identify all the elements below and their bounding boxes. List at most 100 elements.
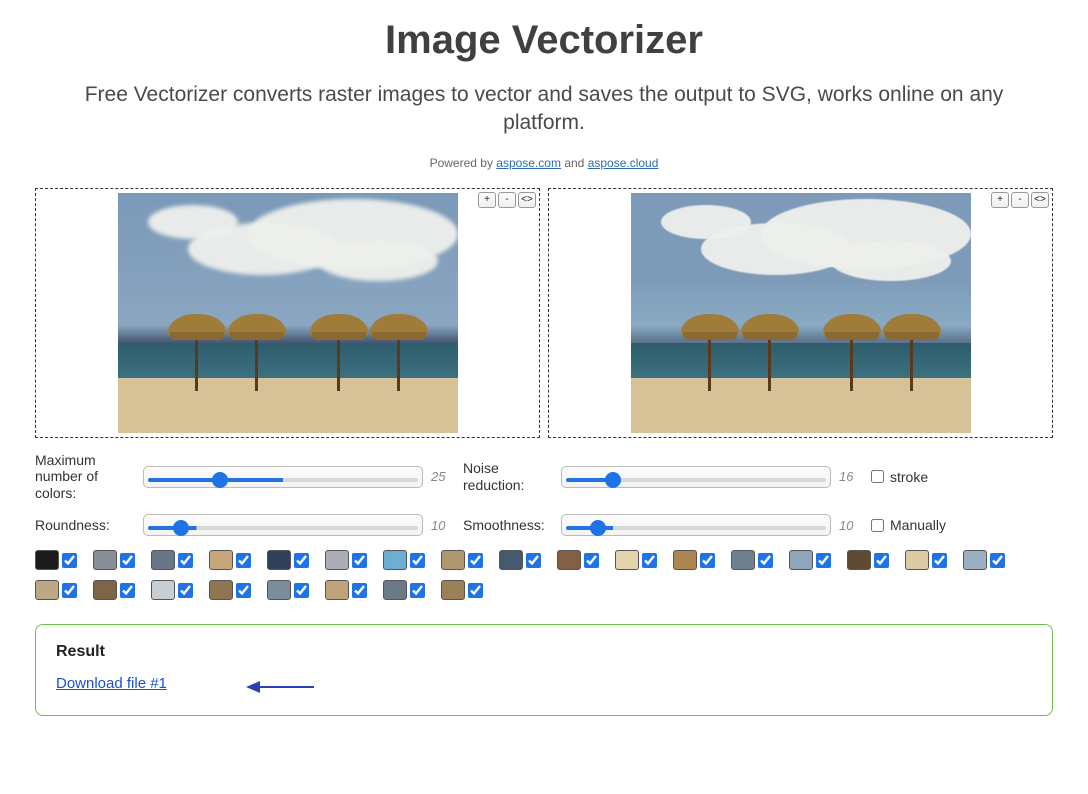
swatch-checkbox[interactable] (468, 553, 483, 568)
swatch-item (615, 550, 657, 570)
color-swatch[interactable] (267, 580, 291, 600)
manually-checkbox[interactable] (871, 519, 884, 532)
roundness-slider[interactable] (148, 526, 418, 530)
result-image-pane[interactable]: + - <> (548, 188, 1053, 438)
swatch-checkbox[interactable] (874, 553, 889, 568)
zoom-out-button[interactable]: - (498, 192, 516, 208)
swatch-checkbox[interactable] (294, 583, 309, 598)
swatch-checkbox[interactable] (410, 583, 425, 598)
aspose-com-link[interactable]: aspose.com (496, 156, 561, 170)
color-swatch[interactable] (789, 550, 813, 570)
swatch-checkbox[interactable] (642, 553, 657, 568)
smoothness-slider[interactable] (566, 526, 826, 530)
swatch-checkbox[interactable] (62, 553, 77, 568)
color-swatch[interactable] (731, 550, 755, 570)
swatch-item (905, 550, 947, 570)
noise-slider[interactable] (566, 478, 826, 482)
swatch-checkbox[interactable] (62, 583, 77, 598)
download-link[interactable]: Download file #1 (56, 675, 167, 692)
stroke-option[interactable]: stroke (871, 469, 991, 485)
source-image-pane[interactable]: + - <> (35, 188, 540, 438)
swatch-checkbox[interactable] (120, 553, 135, 568)
zoom-out-button[interactable]: - (1011, 192, 1029, 208)
swatch-checkbox[interactable] (700, 553, 715, 568)
zoom-in-button[interactable]: + (478, 192, 496, 208)
color-swatch[interactable] (93, 550, 117, 570)
color-swatch[interactable] (151, 550, 175, 570)
swatch-item (267, 550, 309, 570)
swatch-checkbox[interactable] (178, 583, 193, 598)
color-swatch[interactable] (383, 550, 407, 570)
swatch-item (383, 580, 425, 600)
swatch-checkbox[interactable] (410, 553, 425, 568)
manually-label: Manually (890, 517, 946, 533)
vectorized-image (631, 193, 971, 433)
color-swatch[interactable] (441, 580, 465, 600)
color-swatch[interactable] (267, 550, 291, 570)
manually-option[interactable]: Manually (871, 517, 991, 533)
swatch-item (325, 550, 367, 570)
color-swatch[interactable] (209, 550, 233, 570)
swatch-item (209, 580, 251, 600)
swatch-checkbox[interactable] (816, 553, 831, 568)
powered-prefix: Powered by (430, 156, 497, 170)
swatch-checkbox[interactable] (236, 553, 251, 568)
smoothness-value: 10 (839, 518, 863, 533)
swatch-checkbox[interactable] (932, 553, 947, 568)
swatch-item (789, 550, 831, 570)
swatch-item (35, 580, 77, 600)
swatch-checkbox[interactable] (990, 553, 1005, 568)
powered-by: Powered by aspose.com and aspose.cloud (35, 156, 1053, 170)
color-swatch[interactable] (35, 580, 59, 600)
swatch-checkbox[interactable] (352, 553, 367, 568)
swatch-item (267, 580, 309, 600)
swatch-checkbox[interactable] (758, 553, 773, 568)
color-swatch[interactable] (557, 550, 581, 570)
color-swatch[interactable] (209, 580, 233, 600)
zoom-controls-left: + - <> (478, 192, 536, 208)
zoom-in-button[interactable]: + (991, 192, 1009, 208)
color-swatch[interactable] (35, 550, 59, 570)
color-swatch[interactable] (325, 550, 349, 570)
color-swatch[interactable] (963, 550, 987, 570)
swatch-checkbox[interactable] (584, 553, 599, 568)
swatch-item (383, 550, 425, 570)
swatch-checkbox[interactable] (352, 583, 367, 598)
color-swatch[interactable] (383, 580, 407, 600)
swatch-item (441, 550, 483, 570)
color-swatch[interactable] (93, 580, 117, 600)
color-swatch[interactable] (441, 550, 465, 570)
zoom-fit-button[interactable]: <> (518, 192, 536, 208)
stroke-checkbox[interactable] (871, 470, 884, 483)
color-swatch[interactable] (615, 550, 639, 570)
swatch-item (35, 550, 77, 570)
swatch-checkbox[interactable] (236, 583, 251, 598)
swatch-checkbox[interactable] (526, 553, 541, 568)
max-colors-slider-wrap (143, 466, 423, 488)
swatch-item (441, 580, 483, 600)
aspose-cloud-link[interactable]: aspose.cloud (588, 156, 659, 170)
color-swatch[interactable] (325, 580, 349, 600)
color-swatch[interactable] (499, 550, 523, 570)
page-title: Image Vectorizer (35, 18, 1053, 63)
source-image (118, 193, 458, 433)
color-swatch[interactable] (905, 550, 929, 570)
max-colors-slider[interactable] (148, 478, 418, 482)
swatch-checkbox[interactable] (294, 553, 309, 568)
color-swatches (35, 550, 1053, 600)
result-heading: Result (56, 643, 1032, 661)
swatch-item (325, 580, 367, 600)
swatch-checkbox[interactable] (468, 583, 483, 598)
page-subtitle: Free Vectorizer converts raster images t… (69, 81, 1019, 138)
image-panes: + - <> + - <> (35, 188, 1053, 438)
noise-label: Noise reduction: (463, 460, 553, 494)
zoom-controls-right: + - <> (991, 192, 1049, 208)
color-swatch[interactable] (847, 550, 871, 570)
swatch-item (151, 580, 193, 600)
color-swatch[interactable] (673, 550, 697, 570)
swatch-checkbox[interactable] (120, 583, 135, 598)
swatch-item (847, 550, 889, 570)
swatch-checkbox[interactable] (178, 553, 193, 568)
color-swatch[interactable] (151, 580, 175, 600)
zoom-fit-button[interactable]: <> (1031, 192, 1049, 208)
